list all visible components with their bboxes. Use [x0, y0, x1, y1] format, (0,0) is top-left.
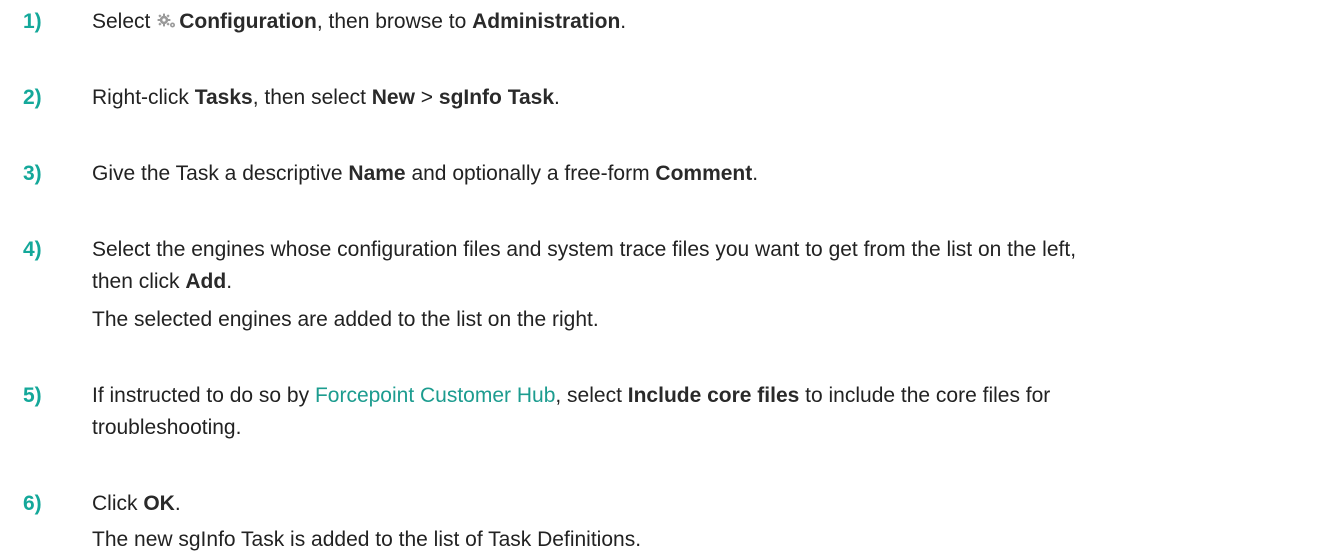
- step-text-continued: then click Add.: [92, 270, 233, 293]
- step-text: Select the engines whose configuration f…: [92, 238, 1077, 261]
- step-number: 4): [23, 238, 42, 261]
- step-text: Give the Task a descriptive Name and opt…: [92, 162, 759, 185]
- gear-icon: [157, 13, 176, 28]
- step-number: 2): [23, 86, 42, 109]
- step-text: Click OK.: [92, 492, 181, 515]
- step-text-continued: troubleshooting.: [92, 416, 242, 439]
- step-result: The new sgInfo Task is added to the list…: [92, 528, 642, 551]
- step-number: 1): [23, 10, 42, 33]
- step-number: 3): [23, 162, 42, 185]
- step-text: Right-click Tasks, then select New > sgI…: [92, 86, 560, 109]
- step-text: If instructed to do so by Forcepoint Cus…: [92, 384, 1051, 407]
- forcepoint-customer-hub-link[interactable]: Forcepoint Customer Hub: [315, 384, 555, 407]
- step-text: Select Configuration, then browse to Adm…: [92, 10, 627, 33]
- step-result: The selected engines are added to the li…: [92, 308, 599, 331]
- step-number: 6): [23, 492, 42, 515]
- step-number: 5): [23, 384, 42, 407]
